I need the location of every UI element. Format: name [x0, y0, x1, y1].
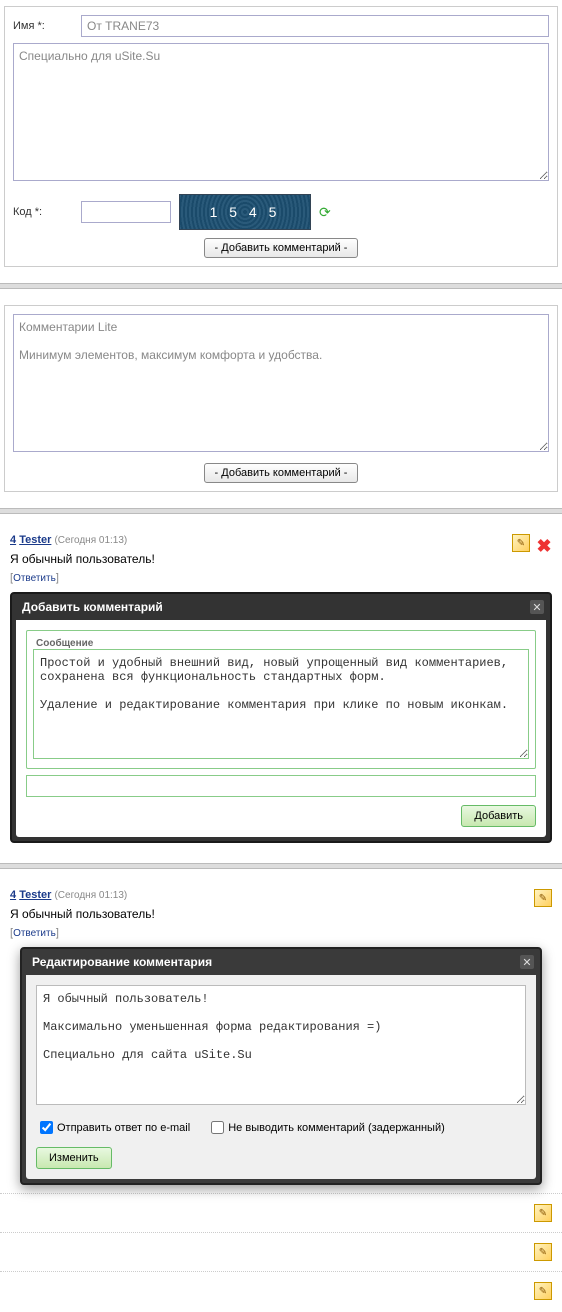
edit-icon[interactable] — [534, 1204, 552, 1222]
reply-link[interactable]: Ответить — [13, 928, 56, 939]
edit-icon[interactable] — [534, 1282, 552, 1300]
captcha-image: 1 5 4 5 — [179, 194, 311, 230]
edit-icon[interactable] — [534, 889, 552, 907]
dialog-message-textarea[interactable] — [33, 649, 529, 759]
lite-message-textarea[interactable] — [13, 314, 549, 452]
dialog-title: Добавить комментарий — [12, 594, 550, 620]
extra-input[interactable] — [26, 775, 536, 797]
captcha-input[interactable] — [81, 201, 171, 223]
message-legend: Сообщение — [33, 638, 96, 649]
edit-icon[interactable] — [512, 534, 530, 552]
add-comment-dialog: ✕ Добавить комментарий Сообщение Добавит… — [10, 592, 552, 843]
comment-user[interactable]: Tester — [19, 889, 51, 901]
lite-add-comment-button[interactable]: - Добавить комментарий - — [204, 463, 359, 483]
close-icon[interactable]: ✕ — [530, 600, 544, 614]
edit-comment-dialog: ✕ Редактирование комментария Отправить о… — [20, 947, 542, 1185]
reply-link[interactable]: Ответить — [13, 573, 56, 584]
hide-checkbox[interactable] — [211, 1121, 224, 1134]
close-icon[interactable]: ✕ — [520, 955, 534, 969]
email-checkbox-label[interactable]: Отправить ответ по e-mail — [36, 1118, 190, 1137]
code-label: Код *: — [13, 206, 73, 218]
refresh-icon[interactable]: ⟳ — [319, 204, 331, 221]
comment-number[interactable]: 4 — [10, 889, 16, 901]
comment-number[interactable]: 4 — [10, 534, 16, 546]
edit-message-textarea[interactable] — [36, 985, 526, 1105]
comment-date: (Сегодня 01:13) — [54, 535, 127, 546]
comment-text: Я обычный пользователь! — [10, 552, 552, 566]
comment-date: (Сегодня 01:13) — [54, 890, 127, 901]
edit-submit-button[interactable]: Изменить — [36, 1147, 112, 1169]
comment-text: Я обычный пользователь! — [10, 907, 552, 921]
dialog-title: Редактирование комментария — [22, 949, 540, 975]
email-checkbox[interactable] — [40, 1121, 53, 1134]
add-comment-button[interactable]: - Добавить комментарий - — [204, 238, 359, 258]
edit-icon[interactable] — [534, 1243, 552, 1261]
name-input[interactable] — [81, 15, 549, 37]
comment-user[interactable]: Tester — [19, 534, 51, 546]
dialog-add-button[interactable]: Добавить — [461, 805, 536, 827]
hide-checkbox-label[interactable]: Не выводить комментарий (задержанный) — [207, 1118, 445, 1137]
name-label: Имя *: — [13, 20, 73, 32]
delete-icon[interactable]: ✖ — [536, 539, 552, 555]
message-textarea[interactable] — [13, 43, 549, 181]
